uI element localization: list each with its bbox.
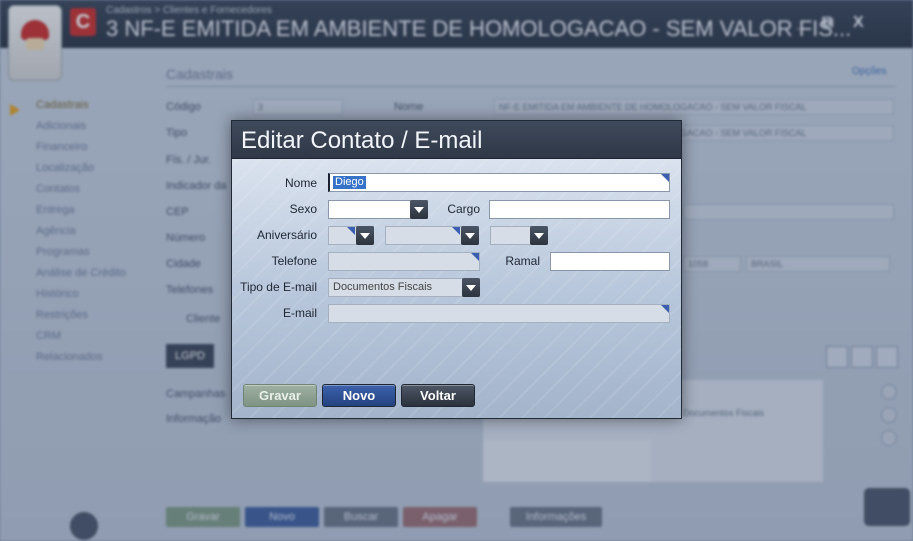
telefone-input[interactable] [328, 252, 480, 271]
tipo-email-dropdown-icon[interactable] [462, 278, 480, 297]
edit-contact-dialog: Editar Contato / E-mail Nome Diego Sexo … [231, 120, 682, 419]
required-marker-icon [347, 227, 355, 235]
aniversario-month-dropdown-icon[interactable] [461, 226, 479, 245]
dialog-header: Editar Contato / E-mail [232, 121, 681, 159]
nome-input[interactable]: Diego [328, 173, 670, 192]
aniversario-day-dropdown-icon[interactable] [356, 226, 374, 245]
email-input[interactable] [328, 304, 670, 323]
nome-label: Nome [284, 176, 317, 190]
cargo-input[interactable] [489, 200, 670, 219]
voltar-button[interactable]: Voltar [401, 384, 475, 407]
aniversario-year-dropdown-icon[interactable] [530, 226, 548, 245]
required-marker-icon [471, 253, 479, 261]
sexo-dropdown-icon[interactable] [410, 200, 428, 219]
ramal-input[interactable] [550, 252, 670, 271]
aniversario-label: Aniversário [256, 228, 317, 242]
required-marker-icon [661, 174, 669, 182]
tipo-email-label: Tipo de E-mail [240, 280, 317, 294]
required-marker-icon [661, 305, 669, 313]
sexo-label: Sexo [289, 202, 317, 216]
cargo-label: Cargo [447, 202, 480, 216]
required-marker-icon [452, 227, 460, 235]
tipo-email-select[interactable]: Documentos Fiscais [328, 278, 480, 297]
email-label: E-mail [282, 306, 317, 320]
gravar-button[interactable]: Gravar [243, 384, 317, 407]
novo-button[interactable]: Novo [322, 384, 396, 407]
telefone-label: Telefone [271, 254, 317, 268]
ramal-label: Ramal [505, 254, 540, 268]
nome-value: Diego [333, 176, 366, 189]
dialog-title: Editar Contato / E-mail [241, 127, 483, 154]
